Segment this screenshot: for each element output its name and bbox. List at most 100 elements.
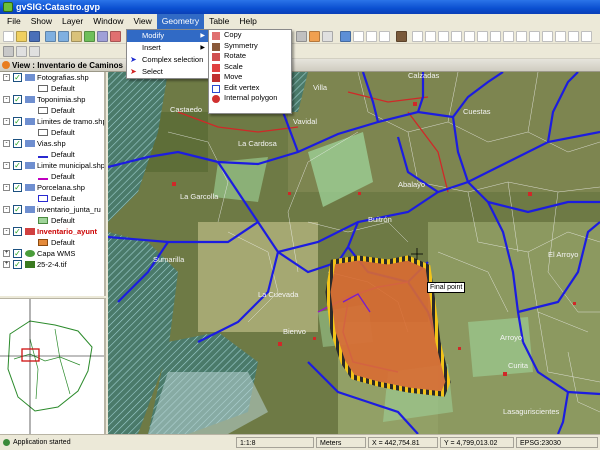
menu-item-modify[interactable]: Modify ▶ (127, 30, 209, 42)
units-field[interactable]: Meters (316, 437, 366, 448)
layer-visibility-checkbox[interactable]: ✓ (13, 139, 22, 148)
edit-tool-11-icon[interactable] (542, 31, 553, 42)
menu-item-insert[interactable]: Insert ▶ (127, 42, 209, 54)
toc-layer[interactable]: - ✓ Toponimia.shp (0, 94, 104, 105)
edit-tool-6-icon[interactable] (477, 31, 488, 42)
layer-visibility-checkbox[interactable]: ✓ (13, 95, 22, 104)
zoom-in-icon[interactable] (45, 31, 56, 42)
edit-tool-2-icon[interactable] (425, 31, 436, 42)
toc-layer[interactable]: - ✓ Porcelana.shp (0, 182, 104, 193)
area-icon[interactable] (322, 31, 333, 42)
toc-layer[interactable]: + ✓ 25-2-4.tif (0, 259, 104, 270)
edit-tool-1-icon[interactable] (412, 31, 423, 42)
collapse-icon[interactable]: - (3, 206, 10, 213)
menu-help[interactable]: Help (234, 14, 261, 29)
menu-item-label: Internal polygon (224, 93, 278, 102)
toc-layer[interactable]: + ✓ Capa WMS (0, 248, 104, 259)
menu-item-label: Rotate (224, 51, 247, 60)
menu-item-copy[interactable]: Copy (209, 30, 291, 41)
menu-view[interactable]: View (128, 14, 156, 29)
layer-add-icon[interactable] (340, 31, 351, 42)
edit-tool-9-icon[interactable] (516, 31, 527, 42)
menu-file[interactable]: File (2, 14, 26, 29)
expand-icon[interactable]: + (3, 261, 10, 268)
measure-icon[interactable] (309, 31, 320, 42)
legend-label: Default (51, 238, 75, 247)
edit-tool-8-icon[interactable] (503, 31, 514, 42)
toc-layer[interactable]: - ✓ inventario_junta_ru (0, 204, 104, 215)
info-icon[interactable] (296, 31, 307, 42)
layer-visibility-checkbox[interactable]: ✓ (13, 73, 22, 82)
map-label: Cuestas (463, 107, 491, 116)
collapse-icon[interactable]: - (3, 184, 10, 191)
edit-tool-13-icon[interactable] (568, 31, 579, 42)
symmetry-icon (212, 42, 220, 51)
expand-icon[interactable]: + (3, 250, 10, 257)
pan-icon[interactable] (71, 31, 82, 42)
menu-item-edit-vertex[interactable]: Edit vertex (209, 83, 291, 94)
collapse-icon[interactable]: - (3, 74, 10, 81)
move-icon (212, 74, 220, 82)
new-icon[interactable] (3, 31, 14, 42)
table-icon[interactable] (379, 31, 390, 42)
internal-polygon-icon (212, 95, 220, 103)
toc-layer[interactable]: - ✓ Fotografias.shp (0, 72, 104, 83)
edit-tool-4-icon[interactable] (451, 31, 462, 42)
menu-geometry[interactable]: Geometry (156, 14, 205, 29)
open-icon[interactable] (16, 31, 27, 42)
edit-tool-14-icon[interactable] (581, 31, 592, 42)
view-icon (2, 61, 10, 69)
menu-item-internal-polygon[interactable]: Internal polygon (209, 93, 291, 104)
save-icon[interactable] (29, 31, 40, 42)
menu-item-scale[interactable]: Scale (209, 62, 291, 73)
toc-layer-selected[interactable]: - ✓ Inventario_ayunt (0, 226, 104, 237)
layer-visibility-checkbox[interactable]: ✓ (13, 161, 22, 170)
edit-tool-3-icon[interactable] (438, 31, 449, 42)
map-label: Vavidal (293, 117, 317, 126)
collapse-icon[interactable]: - (3, 162, 10, 169)
menu-window[interactable]: Window (88, 14, 128, 29)
menu-item-rotate[interactable]: Rotate (209, 51, 291, 62)
view-tool-2-icon[interactable] (16, 46, 27, 57)
menu-item-complex-selection[interactable]: ➤ Complex selection (127, 54, 209, 66)
grid2-icon[interactable] (366, 31, 377, 42)
view-tool-1-icon[interactable] (3, 46, 14, 57)
menu-item-label: Select (142, 67, 163, 76)
locator-extent-box[interactable] (21, 348, 40, 362)
toc-layer[interactable]: - ✓ Vias.shp (0, 138, 104, 149)
edit-tool-7-icon[interactable] (490, 31, 501, 42)
menu-item-move[interactable]: Move (209, 72, 291, 83)
menu-item-select[interactable]: ➤ Select (127, 66, 209, 78)
menu-layer[interactable]: Layer (57, 14, 88, 29)
refresh-icon[interactable] (84, 31, 95, 42)
tools-icon[interactable] (396, 31, 407, 42)
layer-visibility-checkbox[interactable]: ✓ (13, 260, 22, 269)
menu-show[interactable]: Show (26, 14, 57, 29)
layer-visibility-checkbox[interactable]: ✓ (13, 117, 22, 126)
toc-layer[interactable]: - ✓ Limites de tramo.shp (0, 116, 104, 127)
grid-icon[interactable] (353, 31, 364, 42)
zoom-out-icon[interactable] (58, 31, 69, 42)
locator-map[interactable] (0, 298, 106, 435)
layer-visibility-checkbox[interactable]: ✓ (13, 249, 22, 258)
map-canvas[interactable]: Castaedo Villa Vavidal La Garcolla Cuest… (108, 72, 600, 434)
layer-visibility-checkbox[interactable]: ✓ (13, 227, 22, 236)
select-icon[interactable] (110, 31, 121, 42)
scale-field[interactable]: 1:1:8 (236, 437, 314, 448)
collapse-icon[interactable]: - (3, 96, 10, 103)
view-tool-3-icon[interactable] (29, 46, 40, 57)
toc-layer[interactable]: - ✓ Limite municipal.shp (0, 160, 104, 171)
layer-visibility-checkbox[interactable]: ✓ (13, 183, 22, 192)
collapse-icon[interactable]: - (3, 140, 10, 147)
legend-item: Default (0, 83, 104, 94)
collapse-icon[interactable]: - (3, 228, 10, 235)
menu-item-symmetry[interactable]: Symmetry (209, 41, 291, 52)
menu-table[interactable]: Table (204, 14, 234, 29)
zoom-extent-icon[interactable] (97, 31, 108, 42)
edit-tool-12-icon[interactable] (555, 31, 566, 42)
edit-tool-5-icon[interactable] (464, 31, 475, 42)
layer-visibility-checkbox[interactable]: ✓ (13, 205, 22, 214)
collapse-icon[interactable]: - (3, 118, 10, 125)
edit-tool-10-icon[interactable] (529, 31, 540, 42)
legend-label: Default (51, 216, 75, 225)
